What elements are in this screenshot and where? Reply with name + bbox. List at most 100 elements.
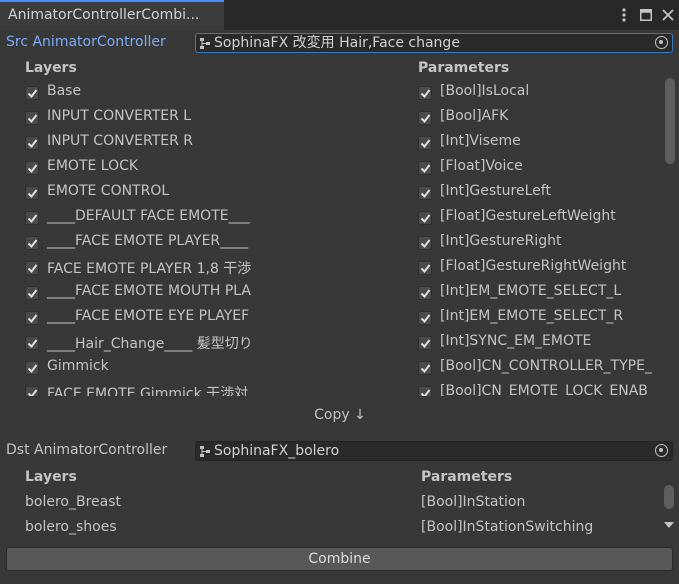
dst-layer-item: bolero_Breast (25, 494, 121, 510)
src-layer-label: FACE EMOTE Gimmick 干渉対 (47, 386, 249, 396)
src-layer-checkbox[interactable] (25, 161, 39, 175)
src-param-item[interactable]: [Bool]IsLocal (418, 82, 658, 107)
src-param-item[interactable]: [Int]GestureRight (418, 232, 658, 257)
src-layer-checkbox[interactable] (25, 211, 39, 225)
tab-animator-controller-combiner[interactable]: AnimatorControllerCombi... (0, 0, 224, 30)
checkmark-icon (420, 139, 431, 149)
checkmark-icon (420, 89, 431, 99)
checkmark-icon (420, 214, 431, 224)
src-param-label: [Int]Viseme (440, 133, 521, 149)
checkmark-icon (420, 239, 431, 249)
src-layer-item[interactable]: ____FACE EMOTE MOUTH PLA (25, 282, 265, 307)
dst-params-header: Parameters (421, 469, 513, 485)
checkmark-icon (27, 114, 38, 124)
src-layer-checkbox[interactable] (25, 136, 39, 150)
src-layers-list: Base INPUT CONVERTER L INPUT CONVERTER R EM… (25, 82, 265, 396)
checkmark-icon (27, 289, 38, 299)
src-layer-item[interactable]: ____FACE EMOTE EYE PLAYEF (25, 307, 265, 332)
scroll-down-arrow-icon[interactable] (664, 521, 674, 529)
src-param-item[interactable]: [Int]SYNC_EM_EMOTE (418, 332, 658, 357)
src-layer-label: FACE EMOTE PLAYER 1,8 干渉 (47, 261, 252, 277)
src-layer-label: INPUT CONVERTER R (47, 133, 193, 149)
checkmark-icon (27, 139, 38, 149)
src-layer-label: ____FACE EMOTE PLAYER____ (47, 233, 249, 249)
src-layer-checkbox[interactable] (25, 186, 39, 200)
src-param-item[interactable]: [Int]GestureLeft (418, 182, 658, 207)
src-layer-item[interactable]: ____Hair_Change____ 髪型切り (25, 332, 265, 357)
animator-controller-combiner-window: AnimatorControllerCombi... Src AnimatorC… (0, 0, 679, 584)
dst-param-item: [Bool]InStationSwitching (421, 519, 594, 535)
src-param-checkbox[interactable] (418, 136, 432, 150)
src-param-checkbox[interactable] (418, 86, 432, 100)
src-param-checkbox[interactable] (418, 336, 432, 350)
dst-list-panel: Layers Parameters bolero_Breast bolero_s… (0, 465, 679, 543)
src-param-checkbox[interactable] (418, 286, 432, 300)
src-param-checkbox[interactable] (418, 111, 432, 125)
src-param-checkbox[interactable] (418, 236, 432, 250)
src-param-checkbox[interactable] (418, 311, 432, 325)
src-param-checkbox[interactable] (418, 161, 432, 175)
tab-bar: AnimatorControllerCombi... (0, 0, 679, 30)
src-layer-item[interactable]: Gimmick (25, 357, 265, 382)
checkmark-icon (27, 164, 38, 174)
src-param-item[interactable]: [Float]GestureLeftWeight (418, 207, 658, 232)
dst-controller-row: Dst AnimatorController SophinaFX_bolero (0, 439, 679, 463)
checkmark-icon (27, 89, 38, 99)
src-layer-checkbox[interactable] (25, 336, 39, 350)
src-param-label: [Bool]CN_CONTROLLER_TYPE_ (440, 358, 652, 374)
copy-button[interactable]: Copy ↓ (300, 404, 380, 426)
src-layer-item[interactable]: Base (25, 82, 265, 107)
src-layer-checkbox[interactable] (25, 86, 39, 100)
src-layer-item[interactable]: ____DEFAULT FACE EMOTE___ (25, 207, 265, 232)
object-picker-icon[interactable] (655, 444, 668, 457)
src-layer-checkbox[interactable] (25, 236, 39, 250)
src-layer-checkbox[interactable] (25, 111, 39, 125)
src-param-label: [Int]GestureLeft (440, 183, 551, 199)
dst-controller-field[interactable]: SophinaFX_bolero (195, 441, 673, 461)
src-param-label: [Float]GestureRightWeight (440, 258, 627, 274)
src-layer-item[interactable]: FACE EMOTE Gimmick 干渉対 (25, 382, 265, 396)
src-layer-item[interactable]: EMOTE LOCK (25, 157, 265, 182)
src-layer-item[interactable]: INPUT CONVERTER L (25, 107, 265, 132)
src-param-label: [Bool]CN_EMOTE_LOCK_ENAB (440, 383, 648, 396)
src-param-item[interactable]: [Bool]AFK (418, 107, 658, 132)
src-param-label: [Int]GestureRight (440, 233, 562, 249)
src-layer-checkbox[interactable] (25, 311, 39, 325)
src-param-checkbox[interactable] (418, 261, 432, 275)
src-param-checkbox[interactable] (418, 186, 432, 200)
src-param-item[interactable]: [Int]Viseme (418, 132, 658, 157)
src-param-item[interactable]: [Float]GestureRightWeight (418, 257, 658, 282)
src-param-item[interactable]: [Int]EM_EMOTE_SELECT_L (418, 282, 658, 307)
src-param-item[interactable]: [Int]EM_EMOTE_SELECT_R (418, 307, 658, 332)
checkmark-icon (27, 364, 38, 374)
src-param-item[interactable]: [Bool]CN_EMOTE_LOCK_ENAB (418, 382, 658, 396)
src-param-checkbox[interactable] (418, 386, 432, 396)
checkmark-icon (420, 114, 431, 124)
src-layer-checkbox[interactable] (25, 361, 39, 375)
animator-controller-icon (200, 38, 210, 49)
src-layer-checkbox[interactable] (25, 261, 39, 275)
src-layer-checkbox[interactable] (25, 286, 39, 300)
src-controller-field[interactable]: SophinaFX 改変用 Hair,Face change (195, 33, 673, 53)
src-layer-item[interactable]: INPUT CONVERTER R (25, 132, 265, 157)
object-picker-icon[interactable] (655, 36, 668, 49)
src-param-checkbox[interactable] (418, 361, 432, 375)
maximize-icon[interactable] (639, 7, 653, 23)
src-layer-label: Gimmick (47, 358, 109, 374)
checkmark-icon (420, 314, 431, 324)
dst-scrollbar-thumb[interactable] (664, 485, 674, 509)
src-param-item[interactable]: [Float]Voice (418, 157, 658, 182)
src-param-label: [Float]Voice (440, 158, 523, 174)
src-param-checkbox[interactable] (418, 211, 432, 225)
close-icon[interactable] (661, 7, 675, 23)
checkmark-icon (420, 189, 431, 199)
combine-button[interactable]: Combine (6, 547, 673, 571)
src-layer-item[interactable]: FACE EMOTE PLAYER 1,8 干渉 (25, 257, 265, 282)
src-layer-item[interactable]: EMOTE CONTROL (25, 182, 265, 207)
src-scrollbar-thumb[interactable] (665, 78, 675, 164)
tab-title: AnimatorControllerCombi... (8, 7, 200, 23)
src-param-item[interactable]: [Bool]CN_CONTROLLER_TYPE_ (418, 357, 658, 382)
src-layer-checkbox[interactable] (25, 386, 39, 396)
src-layer-item[interactable]: ____FACE EMOTE PLAYER____ (25, 232, 265, 257)
kebab-menu-icon[interactable] (617, 7, 631, 23)
